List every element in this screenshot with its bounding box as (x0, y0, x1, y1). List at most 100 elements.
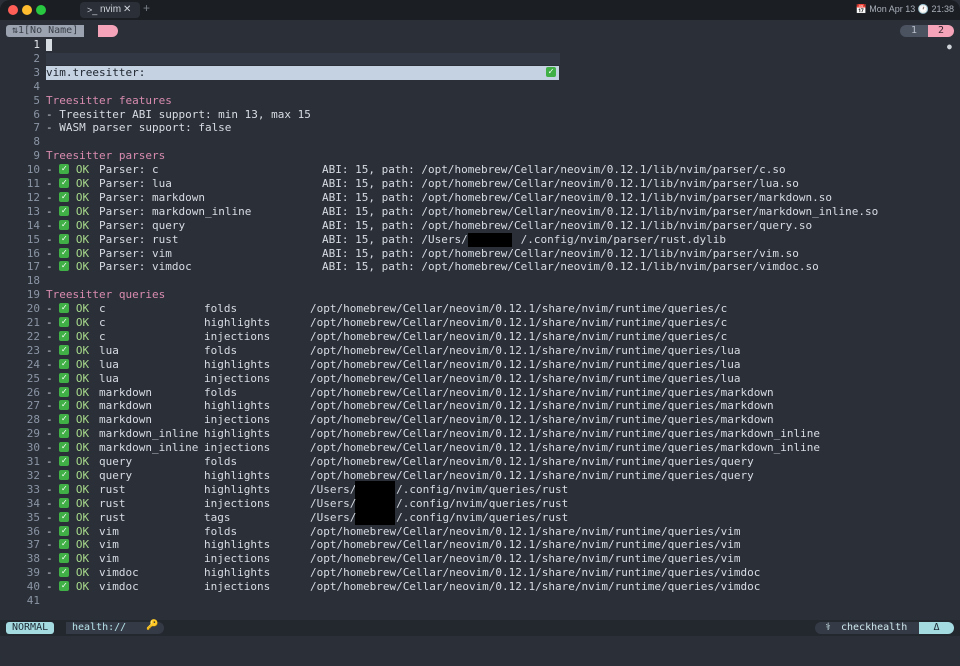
query-path: /opt/homebrew/Cellar/neovim/0.12.1/share… (310, 329, 728, 343)
ok-entry: - ✓ OK (46, 233, 89, 247)
buffer-line: 34- ✓ OK rust injections/Users/ /.config/n… (0, 497, 960, 511)
stethoscope-icon: ⚕ (825, 622, 832, 633)
line-number: 5 (33, 93, 40, 107)
cursorline-highlight (46, 52, 560, 65)
check-icon: ✓ (59, 469, 70, 480)
ok-entry: - ✓ OK (46, 386, 89, 400)
ok-label: OK (75, 190, 90, 204)
close-window-button[interactable] (8, 5, 18, 15)
parser-path: ABI: 15, path: /Users/ /.config/nvim/par… (322, 232, 726, 246)
minimize-window-button[interactable] (22, 5, 32, 15)
check-icon: ✓ (59, 261, 70, 272)
ok-entry: - ✓ OK (46, 302, 89, 316)
buffer-line: 20- ✓ OK c folds/opt/homebrew/Cellar/neovi… (0, 302, 960, 316)
buffer-line: 27- ✓ OK markdown highlights/opt/homebrew/… (0, 399, 960, 413)
query-lang: markdown (99, 413, 152, 427)
buffer-name[interactable]: ⇅1[No Name] (6, 25, 85, 37)
buffer-line: 12- ✓ OK Parser: markdown ABI: 15, path: /… (0, 191, 960, 205)
tab-nvim[interactable]: >_ nvim ✕ (80, 2, 140, 18)
check-icon: ✓ (59, 191, 70, 202)
ok-entry: - ✓ OK (46, 552, 89, 566)
ok-label: OK (75, 482, 90, 496)
ok-label: OK (75, 441, 90, 455)
ok-entry: - ✓ OK (46, 399, 89, 413)
zoom-window-button[interactable] (36, 5, 46, 15)
line-number: 6 (33, 107, 40, 121)
line-number: 12 (26, 190, 40, 204)
query-lang: vim (99, 552, 119, 566)
ok-entry: - ✓ OK (46, 525, 89, 539)
line-number: 37 (26, 538, 40, 552)
line-number: 9 (33, 149, 40, 163)
parser-path: ABI: 15, path: /opt/homebrew/Cellar/neov… (322, 246, 799, 260)
query-path: /opt/homebrew/Cellar/neovim/0.12.1/share… (310, 552, 741, 566)
line-number: 1 (33, 38, 40, 51)
line-number: 11 (26, 177, 40, 190)
bullet: - (46, 204, 60, 218)
line-number: 16 (26, 246, 40, 260)
buffer-line: 41 (0, 594, 960, 608)
line-number: 22 (26, 329, 40, 343)
ok-label: OK (75, 455, 90, 468)
bullet: - (46, 316, 60, 329)
parser-name: Parser: rust (99, 232, 179, 246)
line-number: 4 (33, 79, 40, 93)
query-kind: injections (204, 329, 271, 343)
buffer-line: 39- ✓ OK vimdoc highlights/opt/homebrew/Ce… (0, 566, 960, 580)
tabpage-2[interactable]: 2 (928, 25, 954, 37)
query-kind: folds (204, 385, 238, 399)
ok-label: OK (75, 218, 90, 232)
buffer-line: 25- ✓ OK lua injections/opt/homebrew/Cella… (0, 372, 960, 386)
buffer-line: 18 (0, 274, 960, 288)
ok-label: OK (75, 232, 90, 246)
bufferline: ⇅1[No Name] 1 2 (0, 24, 960, 38)
line-number: 18 (26, 274, 40, 288)
section-heading: Treesitter features (46, 93, 172, 107)
line-number: 36 (26, 524, 40, 538)
query-kind: injections (204, 441, 271, 455)
query-kind: highlights (204, 357, 271, 371)
bullet: - (46, 496, 60, 510)
ok-entry: - ✓ OK (46, 205, 89, 219)
check-icon: ✓ (59, 442, 70, 453)
ok-label: OK (75, 496, 90, 510)
bullet: - (46, 566, 60, 580)
query-lang: markdown_inline (99, 441, 199, 455)
close-tab-icon[interactable]: ✕ (123, 2, 131, 18)
check-icon: ✓ (59, 539, 70, 550)
bullet: - (46, 260, 60, 274)
buffer-line: 26- ✓ OK markdown folds/opt/homebrew/Cella… (0, 386, 960, 400)
terminal-icon: >_ (87, 5, 98, 15)
line-number: 34 (26, 496, 40, 510)
buffer-line: 7 - WASM parser support: false (0, 121, 960, 135)
ok-entry: - ✓ OK (46, 483, 89, 497)
tabpage-1[interactable]: 1 (900, 25, 928, 37)
check-icon: ✓ (59, 330, 70, 341)
line-number: 10 (26, 163, 40, 177)
check-icon: ✓ (59, 219, 70, 230)
new-tab-button[interactable]: + (143, 1, 150, 15)
bullet: - (46, 218, 60, 232)
query-lang: query (99, 468, 133, 482)
ok-label: OK (75, 552, 90, 566)
buffer-modified-indicator (98, 25, 118, 37)
line-number: 15 (26, 232, 40, 246)
check-icon: ✓ (59, 164, 70, 175)
filetype-segment: ⚕ checkhealth (815, 622, 919, 634)
query-lang: c (99, 316, 106, 329)
query-kind: highlights (204, 482, 271, 496)
ok-entry: - ✓ OK (46, 511, 89, 525)
parser-name: Parser: query (99, 218, 186, 232)
ok-label: OK (75, 510, 90, 524)
buffer-line: 22- ✓ OK c injections/opt/homebrew/Cellar/… (0, 330, 960, 344)
cursor (46, 39, 52, 51)
line-number: 20 (26, 302, 40, 316)
check-icon: ✓ (59, 525, 70, 536)
line-number: 29 (26, 427, 40, 441)
line-text: - WASM parser support: false (46, 121, 232, 135)
bullet: - (46, 510, 60, 524)
query-lang: c (99, 329, 106, 343)
ok-entry: - ✓ OK (46, 441, 89, 455)
ok-entry: - ✓ OK (46, 580, 89, 594)
query-kind: folds (204, 524, 238, 538)
